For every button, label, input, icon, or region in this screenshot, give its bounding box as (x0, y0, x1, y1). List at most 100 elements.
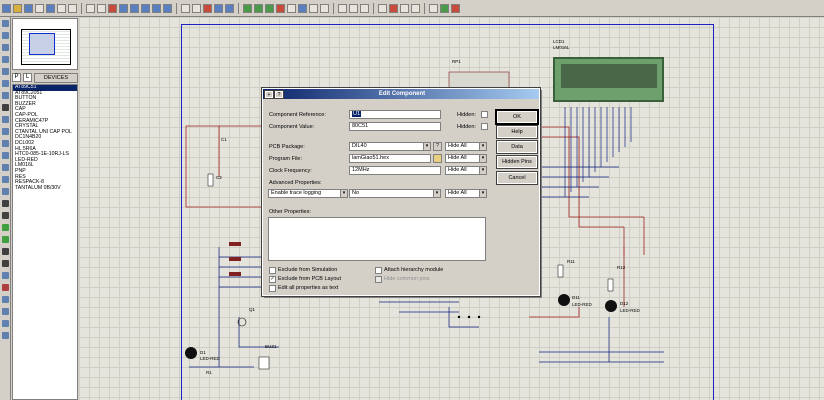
lcd-module[interactable] (553, 57, 664, 102)
edit-all-properties-checkbox[interactable] (269, 285, 276, 292)
attach-hierarchy-checkbox[interactable] (375, 267, 382, 274)
device-list[interactable]: AT89C51 AT89C2051 BUTTON BUZZER CAP CAP-POL CE… (12, 84, 78, 400)
pick-device-icon[interactable] (287, 3, 296, 13)
clock-frequency-visibility-select[interactable]: Hide All ▾ (445, 166, 487, 175)
packaging-tool-icon[interactable] (309, 3, 318, 13)
box-icon[interactable] (2, 212, 9, 219)
device-pin-icon[interactable] (2, 116, 9, 123)
terminal-icon[interactable] (2, 104, 9, 111)
junction-dot-icon[interactable] (2, 44, 9, 51)
package-help-button[interactable]: ? (433, 142, 442, 151)
import-icon[interactable] (35, 3, 44, 13)
selection-mode-icon[interactable] (2, 20, 9, 27)
hide-common-pins-checkbox[interactable] (375, 276, 382, 283)
wire-label-icon[interactable] (2, 56, 9, 63)
rotate-clockwise-icon[interactable] (2, 296, 9, 303)
advanced-property-visibility-select[interactable]: Hide All ▾ (445, 189, 487, 198)
remove-sheet-icon[interactable] (389, 3, 398, 13)
value-hidden-checkbox[interactable] (481, 123, 488, 130)
advanced-property-select[interactable]: Enable trace logging ▾ (268, 189, 348, 198)
d1-led[interactable] (185, 347, 197, 359)
library-button[interactable]: L (23, 73, 32, 82)
ares-icon[interactable] (451, 3, 460, 13)
text-script-icon[interactable] (2, 68, 9, 75)
make-device-icon[interactable] (298, 3, 307, 13)
paste-icon[interactable] (225, 3, 234, 13)
search-tag-icon[interactable] (349, 3, 358, 13)
bus-icon[interactable] (2, 80, 9, 87)
block-copy-icon[interactable] (243, 3, 252, 13)
hidden-pins-button[interactable]: Hidden Pins (496, 155, 538, 169)
arc-icon[interactable] (2, 236, 9, 243)
r12-body[interactable] (607, 278, 614, 292)
mirror-x-icon[interactable] (2, 320, 9, 327)
program-file-input[interactable]: lamGiao51.hex (349, 154, 431, 163)
cancel-button[interactable]: Cancel (496, 171, 538, 185)
d12-led[interactable] (605, 300, 617, 312)
new-sheet-icon[interactable] (378, 3, 387, 13)
d11-led[interactable] (558, 294, 570, 306)
button-body[interactable] (229, 272, 241, 276)
help-button[interactable]: Help (496, 125, 538, 139)
exclude-pcb-checkbox[interactable]: ✓ (269, 276, 276, 283)
netlist-to-ares-icon[interactable] (440, 3, 449, 13)
program-file-visibility-select[interactable]: Hide All ▾ (445, 154, 487, 163)
data-button[interactable]: Data (496, 140, 538, 154)
electrical-rule-check-icon[interactable] (429, 3, 438, 13)
other-properties-textarea[interactable] (268, 217, 486, 261)
redo-icon[interactable] (192, 3, 201, 13)
line-icon[interactable] (2, 200, 9, 207)
component-value-input[interactable]: 80C51 (349, 122, 441, 131)
current-probe-icon[interactable] (2, 176, 9, 183)
component-mode-icon[interactable] (2, 32, 9, 39)
exclude-simulation-checkbox[interactable] (269, 267, 276, 274)
export-icon[interactable] (46, 3, 55, 13)
copy-icon[interactable] (214, 3, 223, 13)
rotate-anticlockwise-icon[interactable] (2, 308, 9, 315)
overview-view-rectangle[interactable] (29, 33, 55, 55)
dialog-menu-icon[interactable]: + (264, 89, 274, 99)
refresh-icon[interactable] (86, 3, 95, 13)
dialog-help-icon[interactable]: ? (274, 89, 284, 99)
virtual-instrument-icon[interactable] (2, 188, 9, 195)
graph-icon[interactable] (2, 128, 9, 135)
ok-button[interactable]: OK (495, 109, 539, 125)
property-assignment-icon[interactable] (360, 3, 369, 13)
print-area-icon[interactable] (68, 3, 77, 13)
bill-of-materials-icon[interactable] (411, 3, 420, 13)
component-reference-input[interactable]: U1 (349, 110, 441, 119)
exit-to-parent-icon[interactable] (400, 3, 409, 13)
device-list-item[interactable]: TANTALUM 0B/30V (13, 185, 77, 192)
symbol-icon[interactable] (2, 272, 9, 279)
origin-icon[interactable] (108, 3, 117, 13)
pcb-package-select[interactable]: DIL40 ▾ (349, 142, 431, 151)
zoom-out-icon[interactable] (141, 3, 150, 13)
zoom-in-icon[interactable] (130, 3, 139, 13)
print-icon[interactable] (57, 3, 66, 13)
overview-window[interactable] (12, 18, 78, 70)
folder-open-icon[interactable] (433, 154, 442, 163)
zoom-area-icon[interactable] (163, 3, 172, 13)
block-rotate-icon[interactable] (265, 3, 274, 13)
pan-icon[interactable] (119, 3, 128, 13)
wire-autorouter-icon[interactable] (338, 3, 347, 13)
new-icon[interactable] (2, 3, 11, 13)
reference-hidden-checkbox[interactable] (481, 111, 488, 118)
block-delete-icon[interactable] (276, 3, 285, 13)
generator-icon[interactable] (2, 152, 9, 159)
grid-icon[interactable] (97, 3, 106, 13)
mirror-y-icon[interactable] (2, 332, 9, 339)
zoom-all-icon[interactable] (152, 3, 161, 13)
clock-frequency-input[interactable]: 12MHz (349, 166, 441, 175)
advanced-property-value-select[interactable]: No ▾ (349, 189, 441, 198)
tape-recorder-icon[interactable] (2, 140, 9, 147)
voltage-probe-icon[interactable] (2, 164, 9, 171)
r11-body[interactable] (557, 264, 564, 278)
path-icon[interactable] (2, 248, 9, 255)
decompose-icon[interactable] (320, 3, 329, 13)
marker-icon[interactable] (2, 284, 9, 291)
r-body[interactable] (207, 173, 214, 187)
open-icon[interactable] (13, 3, 22, 13)
undo-icon[interactable] (181, 3, 190, 13)
block-move-icon[interactable] (254, 3, 263, 13)
